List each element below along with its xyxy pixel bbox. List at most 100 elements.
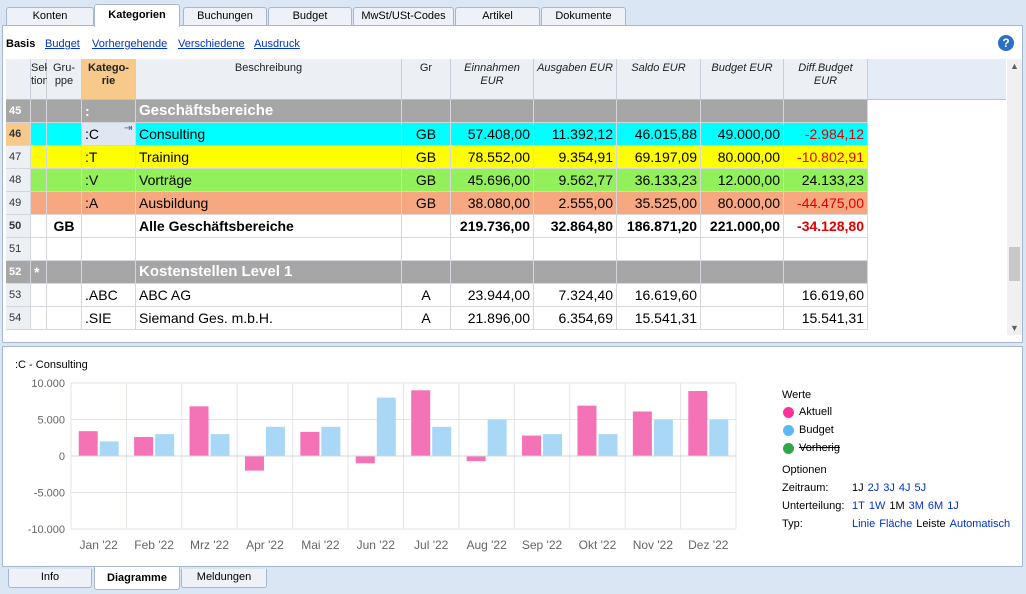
bar-aktuell[interactable] (78, 431, 98, 456)
cell-saldo[interactable]: 186.871,20 (617, 215, 701, 238)
bar-budget[interactable] (543, 434, 563, 456)
cell-kategorie[interactable]: .ABC (82, 284, 136, 307)
cell-diff[interactable]: -10.802,91 (784, 146, 868, 169)
bottom-tab-meldungen[interactable]: Meldungen (181, 569, 267, 588)
cell-gruppe[interactable] (47, 261, 82, 284)
cell-saldo[interactable]: 16.619,60 (617, 284, 701, 307)
cell-ausgaben[interactable] (534, 100, 617, 123)
cell-beschreibung[interactable]: Geschäftsbereiche (136, 100, 402, 123)
bar-aktuell[interactable] (411, 390, 431, 456)
bar-budget[interactable] (598, 434, 618, 456)
table-row[interactable]: 46:C Consulting GB 57.408,00 11.392,12 46.015… (6, 123, 868, 146)
cell-gruppe[interactable] (47, 146, 82, 169)
unterteilung-option-1m[interactable]: 1M (889, 500, 904, 512)
table-row[interactable]: 54 .SIE Siemand Ges. m.b.H. A 21.896,00 6.354… (6, 307, 868, 330)
cell-saldo[interactable]: 46.015,88 (617, 123, 701, 146)
cell-diff[interactable]: -44.475,00 (784, 192, 868, 215)
cell-beschreibung[interactable]: Ausbildung (136, 192, 402, 215)
unterteilung-option-1w[interactable]: 1W (869, 500, 886, 512)
cell-gruppe[interactable] (47, 284, 82, 307)
bar-aktuell[interactable] (688, 391, 708, 456)
cell-budget[interactable] (701, 238, 784, 261)
cell-kategorie[interactable]: :T (82, 146, 136, 169)
cell-ausgaben[interactable] (534, 238, 617, 261)
cell-beschreibung[interactable]: Kostenstellen Level 1 (136, 261, 402, 284)
table-row[interactable]: 51 (6, 238, 868, 261)
view-verschiedene-link[interactable]: Verschiedene (178, 38, 245, 50)
cell-gr[interactable]: GB (402, 169, 451, 192)
cell-kategorie[interactable]: : (82, 100, 136, 123)
cell-ausgaben[interactable]: 11.392,12 (534, 123, 617, 146)
cell-gruppe[interactable] (47, 238, 82, 261)
bar-aktuell[interactable] (134, 437, 154, 456)
table-row[interactable]: 52 * Kostenstellen Level 1 (6, 261, 868, 284)
zeitraum-option-3j[interactable]: 3J (883, 482, 895, 494)
bar-budget[interactable] (709, 419, 729, 457)
tab-artikel[interactable]: Artikel (455, 7, 540, 26)
cell-gr[interactable] (402, 261, 451, 284)
table-row[interactable]: 53 .ABC ABC AG A 23.944,00 7.324,40 16.619,60 1… (6, 284, 868, 307)
cell-sektion[interactable] (31, 284, 47, 307)
cell-gruppe[interactable] (47, 307, 82, 330)
bar-budget[interactable] (321, 426, 341, 456)
zeitraum-option-2j[interactable]: 2J (868, 482, 880, 494)
cell-beschreibung[interactable]: ABC AG (136, 284, 402, 307)
cell-sektion[interactable] (31, 238, 47, 261)
bar-budget[interactable] (265, 426, 285, 456)
cell-kategorie[interactable]: :A (82, 192, 136, 215)
cell-beschreibung[interactable]: Alle Geschäftsbereiche (136, 215, 402, 238)
cell-sektion[interactable] (31, 123, 47, 146)
table-row[interactable]: 47:T Training GB 78.552,00 9.354,91 69.197,09… (6, 146, 868, 169)
cell-gruppe[interactable] (47, 169, 82, 192)
column-header-beschreibung[interactable]: Beschreibung (136, 59, 402, 100)
column-header-sektion[interactable]: Sek tion (31, 59, 50, 100)
cell-sektion[interactable] (31, 169, 47, 192)
cell-gr[interactable]: GB (402, 123, 451, 146)
cell-sektion[interactable] (31, 215, 47, 238)
cell-ausgaben[interactable]: 32.864,80 (534, 215, 617, 238)
tab-buchungen[interactable]: Buchungen (183, 7, 267, 26)
cell-einnahmen[interactable]: 57.408,00 (451, 123, 534, 146)
tab-dokumente[interactable]: Dokumente (541, 7, 626, 26)
cell-budget[interactable]: 221.000,00 (701, 215, 784, 238)
cell-ausgaben[interactable]: 6.354,69 (534, 307, 617, 330)
vertical-scrollbar[interactable]: ▲ ▼ (1007, 59, 1022, 335)
cell-beschreibung[interactable] (136, 238, 402, 261)
cell-kategorie[interactable] (82, 261, 136, 284)
cell-budget[interactable] (701, 100, 784, 123)
scroll-up-icon[interactable]: ▲ (1007, 59, 1022, 73)
bar-aktuell[interactable] (300, 431, 320, 456)
bar-budget[interactable] (155, 434, 175, 456)
table-row[interactable]: 45: Geschäftsbereiche (6, 100, 868, 123)
cell-einnahmen[interactable]: 38.080,00 (451, 192, 534, 215)
bar-budget[interactable] (653, 419, 673, 457)
column-header-ausgaben[interactable]: Ausgaben EUR (534, 59, 617, 100)
view-vorhergehende-link[interactable]: Vorhergehende (92, 38, 167, 50)
bottom-tab-info[interactable]: Info (8, 569, 92, 588)
zeitraum-option-5j[interactable]: 5J (915, 482, 927, 494)
cell-beschreibung[interactable]: Vorträge (136, 169, 402, 192)
cell-budget[interactable] (701, 261, 784, 284)
cell-ausgaben[interactable]: 9.562,77 (534, 169, 617, 192)
cell-sektion[interactable] (31, 307, 47, 330)
cell-budget[interactable] (701, 307, 784, 330)
cell-saldo[interactable] (617, 100, 701, 123)
column-header-nr[interactable] (6, 59, 31, 100)
cell-saldo[interactable]: 36.133,23 (617, 169, 701, 192)
cell-kategorie[interactable] (82, 238, 136, 261)
cell-einnahmen[interactable]: 23.944,00 (451, 284, 534, 307)
cell-ausgaben[interactable]: 9.354,91 (534, 146, 617, 169)
bar-budget[interactable] (210, 434, 230, 456)
cell-sektion[interactable]: * (31, 261, 47, 284)
bar-aktuell[interactable] (189, 406, 209, 456)
cell-gr[interactable] (402, 238, 451, 261)
cell-diff[interactable] (784, 100, 868, 123)
legend-dot-icon[interactable] (783, 407, 794, 418)
bar-aktuell[interactable] (355, 456, 375, 464)
cell-kategorie[interactable]: :V (82, 169, 136, 192)
typ-option-leiste[interactable]: Leiste (916, 518, 945, 530)
cell-beschreibung[interactable]: Training (136, 146, 402, 169)
tab-konten[interactable]: Konten (6, 7, 94, 26)
cell-diff[interactable]: 24.133,23 (784, 169, 868, 192)
cell-diff[interactable] (784, 261, 868, 284)
